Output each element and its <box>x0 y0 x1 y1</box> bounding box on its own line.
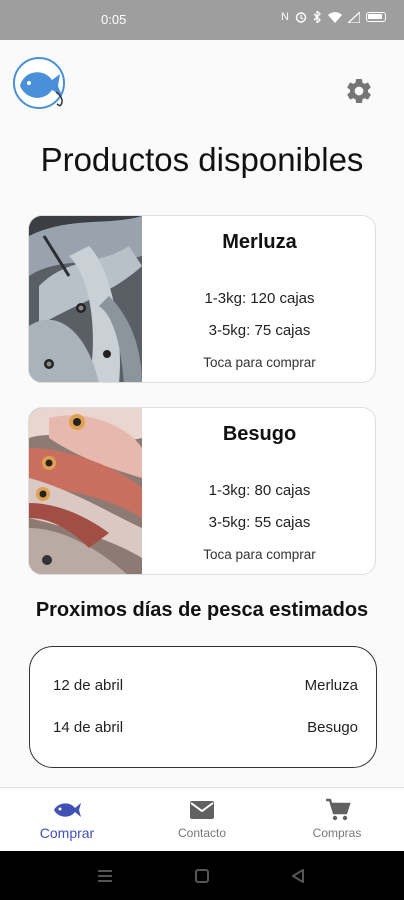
schedule-date: 14 de abril <box>53 719 124 736</box>
system-nav-bar <box>0 851 404 900</box>
product-stock-large: 3-5kg: 75 cajas <box>208 322 311 339</box>
mail-icon <box>190 801 214 819</box>
fishing-schedule: 12 de abril Merluza 14 de abril Besugo <box>29 646 377 768</box>
nav-label: Comprar <box>39 825 95 841</box>
status-bar: 0:05 N <box>0 0 404 40</box>
back-icon[interactable] <box>290 868 306 884</box>
battery-icon <box>366 12 386 22</box>
schedule-row: 14 de abril Besugo <box>30 719 376 739</box>
nav-item-contacto[interactable]: Contacto <box>135 788 269 852</box>
gear-icon <box>347 78 371 104</box>
product-stock-small: 1-3kg: 120 cajas <box>204 290 315 307</box>
nfc-icon: N <box>281 11 289 23</box>
nav-item-comprar[interactable]: Comprar <box>0 788 134 852</box>
recents-icon[interactable] <box>96 868 114 884</box>
product-name: Besugo <box>222 423 297 445</box>
page-title: Productos disponibles <box>40 141 364 178</box>
schedule-fish: Merluza <box>304 677 358 694</box>
nav-label: Compras <box>312 826 362 840</box>
status-icons: N <box>281 11 386 23</box>
settings-button[interactable] <box>344 76 374 106</box>
bluetooth-icon <box>313 11 321 23</box>
buy-hint: Toca para comprar <box>203 355 316 370</box>
product-info: Besugo 1-3kg: 80 cajas 3-5kg: 55 cajas T… <box>142 408 375 574</box>
cart-icon <box>326 798 351 821</box>
product-info: Merluza 1-3kg: 120 cajas 3-5kg: 75 cajas… <box>142 216 375 382</box>
status-time: 0:05 <box>101 12 127 27</box>
wifi-icon <box>328 11 342 23</box>
section-title-fishing-days: Proximos días de pesca estimados <box>35 599 369 621</box>
buy-hint: Toca para comprar <box>203 547 316 562</box>
product-card-besugo[interactable]: Besugo 1-3kg: 80 cajas 3-5kg: 55 cajas T… <box>28 407 376 575</box>
schedule-date: 12 de abril <box>53 677 124 694</box>
schedule-fish: Besugo <box>307 719 358 736</box>
product-image-merluza <box>29 216 142 382</box>
fish-icon <box>54 803 81 817</box>
bottom-nav: Comprar Contacto Compras <box>0 787 404 851</box>
product-stock-large: 3-5kg: 55 cajas <box>208 514 311 531</box>
alarm-icon <box>295 12 307 23</box>
schedule-row: 12 de abril Merluza <box>30 677 376 697</box>
home-icon[interactable] <box>194 868 210 884</box>
nav-label: Contacto <box>177 826 227 840</box>
app-logo <box>12 56 68 112</box>
signal-icon <box>348 11 360 23</box>
product-image-besugo <box>29 408 142 574</box>
fish-logo-icon <box>13 57 65 109</box>
nav-item-compras[interactable]: Compras <box>270 788 404 852</box>
product-stock-small: 1-3kg: 80 cajas <box>208 482 311 499</box>
product-name: Merluza <box>222 231 297 253</box>
product-card-merluza[interactable]: Merluza 1-3kg: 120 cajas 3-5kg: 75 cajas… <box>28 215 376 383</box>
